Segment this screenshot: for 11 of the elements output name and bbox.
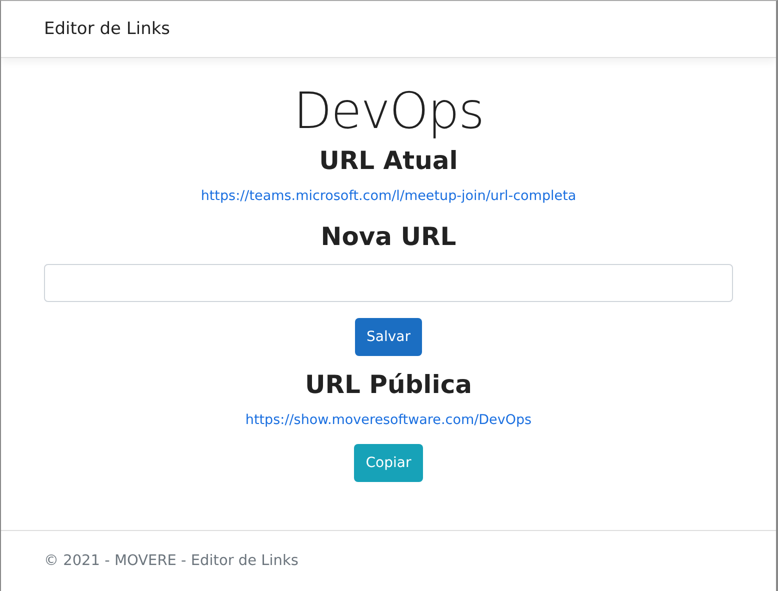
footer-text: © 2021 - MOVERE - Editor de Links [44, 553, 298, 569]
save-button[interactable]: Salvar [354, 318, 422, 356]
url-link[interactable]: https://teams.microsoft.com/l/meetup-join/url-completa [200, 188, 576, 204]
section-heading: Nova URL [320, 221, 456, 253]
input-field[interactable] [44, 264, 733, 302]
copy-button[interactable]: Copiar [354, 444, 424, 482]
navbar-brand[interactable]: Editor de Links [44, 19, 170, 39]
section-heading: URL Atual [319, 145, 458, 177]
page-title: DevOps [294, 81, 484, 142]
section-heading: URL Pública [304, 369, 472, 401]
url-link[interactable]: https://show.moveresoftware.com/DevOps [245, 412, 532, 428]
